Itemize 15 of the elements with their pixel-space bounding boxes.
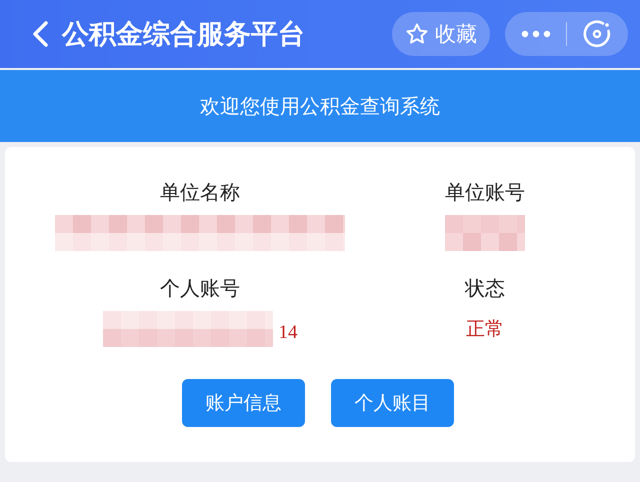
field-label: 个人账号	[160, 275, 240, 302]
page-title: 公积金综合服务平台	[62, 18, 305, 52]
action-button[interactable]: 个人账目	[331, 379, 454, 427]
welcome-banner: 欢迎您使用公积金查询系统	[0, 70, 640, 142]
field-value: 正常	[466, 317, 504, 342]
star-icon	[405, 22, 429, 46]
field-value: 14	[278, 321, 298, 345]
back-icon[interactable]	[30, 20, 50, 48]
field-label: 单位名称	[160, 179, 240, 206]
favorite-button[interactable]: 收藏	[392, 12, 490, 56]
field-label: 状态	[465, 275, 505, 302]
more-icon[interactable]	[520, 30, 551, 38]
field-label: 单位账号	[445, 179, 525, 206]
action-button[interactable]: 账户信息	[182, 379, 305, 427]
close-icon[interactable]	[582, 19, 612, 49]
